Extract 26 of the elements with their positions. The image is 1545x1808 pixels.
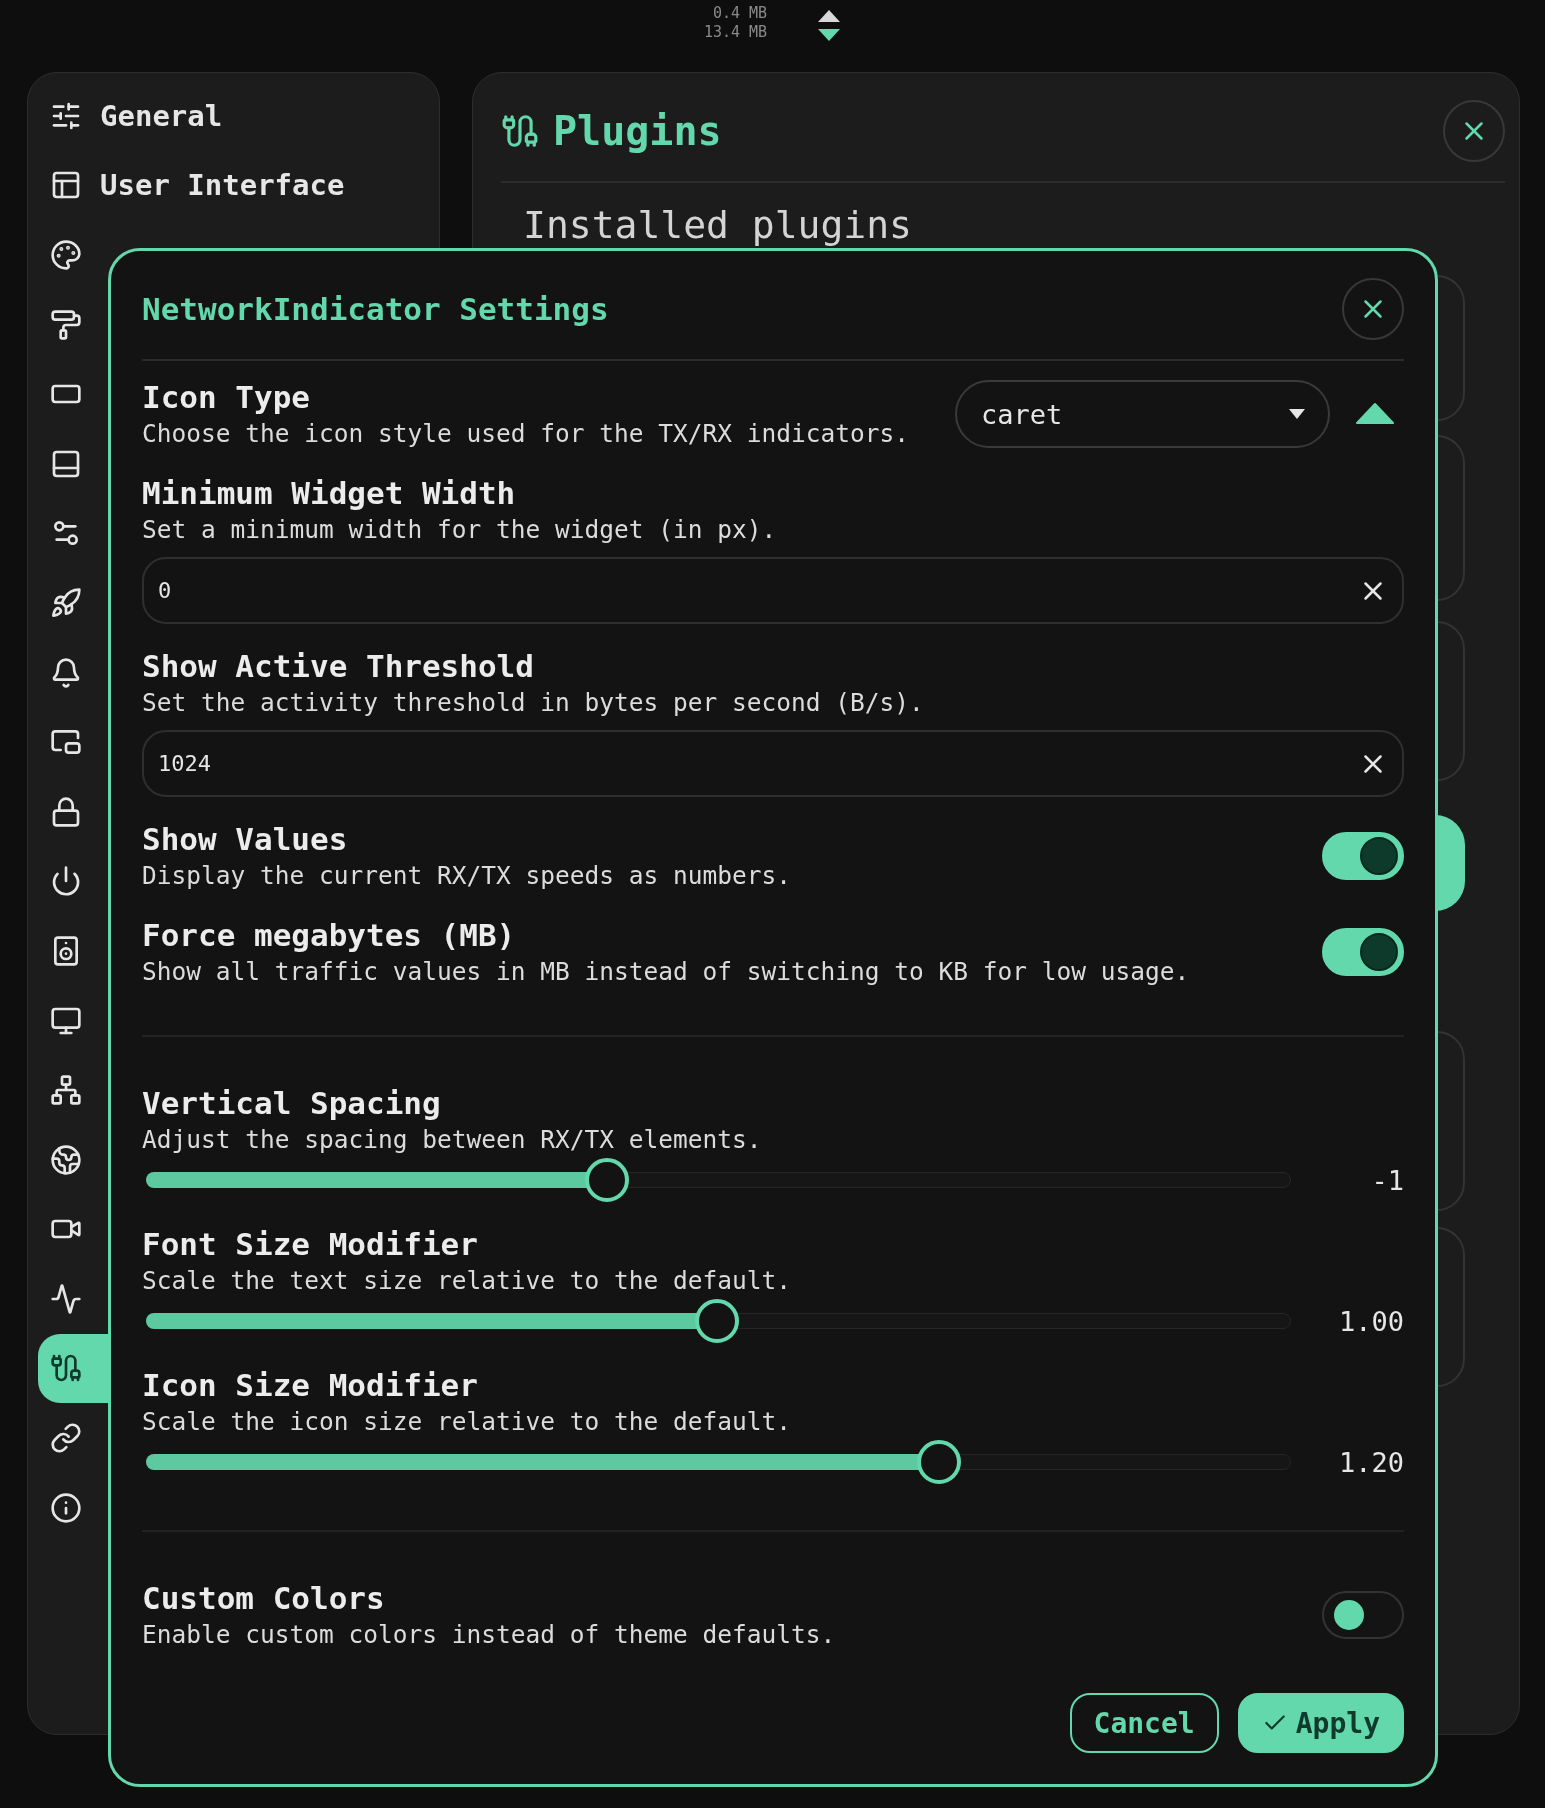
setting-title: Minimum Widget Width xyxy=(142,474,517,513)
setting-description: Adjust the spacing between RX/TX elements. xyxy=(142,1124,763,1156)
setting-description: Set the activity threshold in bytes per second (B/s). xyxy=(142,687,925,719)
slider-value: -1 xyxy=(1370,1164,1404,1196)
setting-title: Vertical Spacing xyxy=(142,1084,442,1123)
setting-description: Scale the icon size relative to the default. xyxy=(142,1406,792,1438)
setting-description: Show all traffic values in MB instead of switching to KB for low usage. xyxy=(142,956,1191,988)
setting-description: Enable custom colors instead of theme defaults. xyxy=(142,1619,837,1651)
setting-description: Scale the text size relative to the default. xyxy=(142,1265,792,1297)
dialog-title: NetworkIndicator Settings xyxy=(142,291,610,327)
setting-description: Choose the icon style used for the TX/RX indicators. xyxy=(142,418,910,450)
upload-amount: 0.4 MB xyxy=(712,4,769,23)
slider-value: 1.00 xyxy=(1337,1305,1404,1337)
setting-title: Custom Colors xyxy=(142,1579,386,1618)
slider-value: 1.20 xyxy=(1337,1446,1404,1478)
setting-title: Icon Size Modifier xyxy=(142,1366,479,1405)
setting-title: Show Values xyxy=(142,820,349,859)
panel-title: Plugins xyxy=(553,108,723,154)
setting-title: Font Size Modifier xyxy=(142,1225,479,1264)
setting-description: Set a minimum width for the widget (in px). xyxy=(142,514,778,546)
setting-title: Show Active Threshold xyxy=(142,647,535,686)
section-heading: Installed plugins xyxy=(523,203,912,247)
setting-title: Icon Type xyxy=(142,378,311,417)
setting-description: Display the current RX/TX speeds as numbers. xyxy=(142,860,792,892)
download-amount: 13.4 MB xyxy=(703,23,769,42)
setting-title: Force megabytes (MB) xyxy=(142,916,517,955)
